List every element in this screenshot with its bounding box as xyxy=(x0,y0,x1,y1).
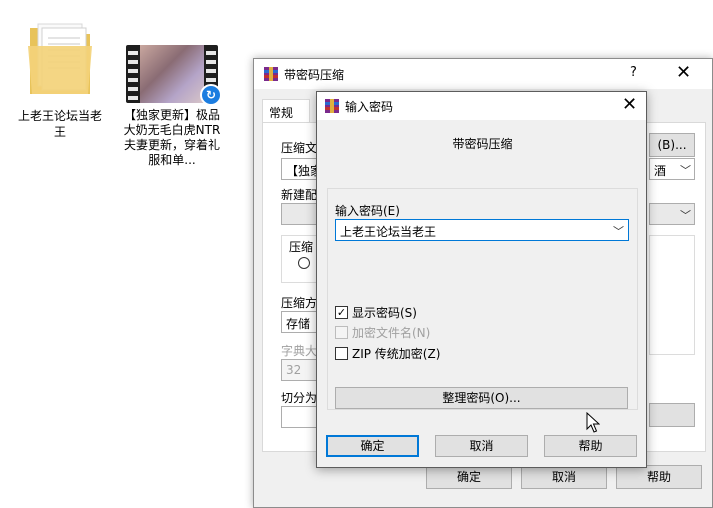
password-input[interactable]: 上老王论坛当老王 ﹀ xyxy=(335,219,629,241)
browse-button[interactable]: (B)... xyxy=(649,133,695,157)
dictionary-combo[interactable]: 32 xyxy=(281,359,321,381)
compression-combo[interactable]: 存储 xyxy=(281,311,321,333)
zip-legacy-label: ZIP 传统加密(Z) xyxy=(352,347,441,361)
zip-legacy-checkbox[interactable]: ZIP 传统加密(Z) xyxy=(335,345,440,362)
chevron-down-icon: ﹀ xyxy=(680,164,691,177)
split-label: 切分为 xyxy=(281,391,318,405)
compression-label: 压缩方 xyxy=(281,296,318,310)
show-password-checkbox[interactable]: ✓ 显示密码(S) xyxy=(335,304,417,321)
dialog-title: 输入密码 xyxy=(345,100,394,114)
tab-general[interactable]: 常规 xyxy=(262,99,310,123)
organize-passwords-button[interactable]: 整理密码(O)... xyxy=(335,387,628,409)
cancel-button[interactable]: 取消 xyxy=(521,465,607,489)
checkbox-box xyxy=(335,347,348,360)
update-mode-combo[interactable] xyxy=(281,203,321,225)
right-combo[interactable]: 酒 ﹀ xyxy=(649,158,695,180)
checkbox-box xyxy=(335,326,348,339)
winrar-icon xyxy=(325,99,339,113)
help-icon[interactable]: ? xyxy=(630,65,637,80)
profile-combo[interactable]: ﹀ xyxy=(649,203,695,225)
close-icon[interactable]: ✕ xyxy=(676,62,691,83)
player-badge-icon: ↻ xyxy=(200,84,222,106)
format-radio[interactable] xyxy=(298,257,310,269)
folder-label: 上老王论坛当老王 xyxy=(17,109,102,139)
right-combo-value: 酒 xyxy=(654,164,667,178)
archive-window-titlebar[interactable]: 带密码压缩 ? ✕ xyxy=(254,59,712,89)
dialog-titlebar[interactable]: 输入密码 ✕ xyxy=(317,92,646,120)
dialog-help-button[interactable]: 帮助 xyxy=(544,435,637,457)
options-list xyxy=(649,235,695,355)
chevron-down-icon[interactable]: ﹀ xyxy=(613,223,624,239)
password-value: 上老王论坛当老王 xyxy=(340,225,437,239)
ok-button[interactable]: 确定 xyxy=(426,465,512,489)
mouse-pointer-icon xyxy=(586,412,600,433)
password-label: 输入密码(E) xyxy=(335,204,400,218)
dialog-cancel-button[interactable]: 取消 xyxy=(435,435,528,457)
video-file-label: 【独家更新】极品大奶无毛白虎NTR夫妻更新，穿着礼服和单... xyxy=(123,108,221,167)
archive-name-label: 压缩文 xyxy=(281,141,318,155)
winrar-icon xyxy=(264,67,278,81)
chevron-down-icon: ﹀ xyxy=(680,209,691,222)
encrypt-filenames-checkbox[interactable]: 加密文件名(N) xyxy=(335,324,430,341)
update-mode-label: 新建配 xyxy=(281,188,318,202)
folder-icon[interactable] xyxy=(26,18,94,100)
checkmark-icon: ✓ xyxy=(335,306,348,319)
close-icon[interactable]: ✕ xyxy=(622,94,637,115)
show-password-label: 显示密码(S) xyxy=(352,306,417,320)
archive-window-title: 带密码压缩 xyxy=(284,68,345,82)
format-label: 压缩 xyxy=(289,240,314,254)
split-combo[interactable] xyxy=(281,406,321,428)
dialog-heading: 带密码压缩 xyxy=(452,137,513,151)
dictionary-label: 字典大 xyxy=(281,344,318,358)
dialog-ok-button[interactable]: 确定 xyxy=(326,435,419,457)
encrypt-filenames-label: 加密文件名(N) xyxy=(352,326,431,340)
help-button[interactable]: 帮助 xyxy=(616,465,702,489)
set-password-button[interactable] xyxy=(649,403,695,427)
